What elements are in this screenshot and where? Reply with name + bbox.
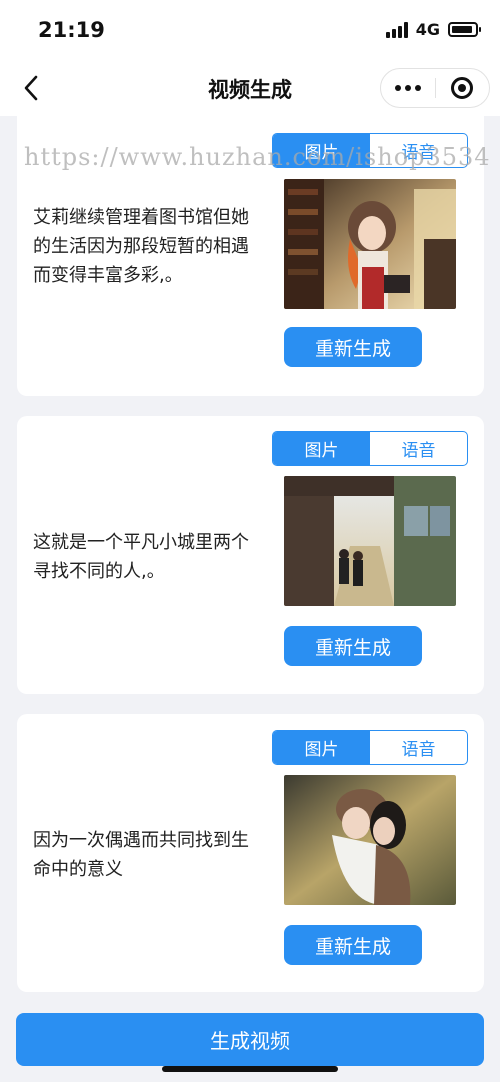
tab-voice[interactable]: 语音 [370,432,467,465]
media-tab-switch: 图片 语音 [272,431,468,466]
tab-image[interactable]: 图片 [273,432,370,465]
scene-card: 图片 语音 这就是一个平凡小城里两个寻找不同的人,。 重新生成 [17,416,484,694]
status-indicators: 4G [385,20,481,39]
target-icon [451,77,474,99]
regenerate-button[interactable]: 重新生成 [284,925,422,965]
library-girl-image [284,179,456,309]
scene-image[interactable] [284,476,456,606]
scene-text: 艾莉继续管理着图书馆但她的生活因为那段短暂的相遇而变得丰富多彩,。 [33,207,249,286]
network-type: 4G [415,20,440,39]
media-tab-switch: 图片 语音 [272,730,468,765]
watermark: https://www.huzhan.com/ishop3534 [24,143,491,171]
generate-video-button[interactable]: 生成视频 [16,1013,484,1066]
signal-icon [385,21,408,38]
mini-program-capsule [380,68,490,108]
tab-voice[interactable]: 语音 [370,731,467,764]
tab-image[interactable]: 图片 [273,731,370,764]
nav-bar: 视频生成 [0,60,500,116]
status-time: 21:19 [38,18,105,42]
status-bar: 21:19 4G [0,0,500,60]
close-mini-program-button[interactable] [436,69,490,107]
embracing-couple-image [284,775,456,905]
regenerate-button[interactable]: 重新生成 [284,626,422,666]
regenerate-button[interactable]: 重新生成 [284,327,422,367]
home-indicator [162,1066,338,1072]
scene-list[interactable]: 图片 语音 艾莉继续管理着图书馆但她的生活因为那段短暂的相遇而变得丰富多彩,。 [0,116,500,996]
more-button[interactable] [381,69,435,107]
scene-text: 因为一次偶遇而共同找到生命中的意义 [33,830,249,880]
scene-image[interactable] [284,775,456,905]
scene-image[interactable] [284,179,456,309]
scene-card: 图片 语音 因为一次偶遇而共同找到生命中的意义 重新生成 [17,714,484,992]
more-dots-icon [394,85,421,91]
battery-icon [448,22,481,37]
scene-text: 这就是一个平凡小城里两个寻找不同的人,。 [33,532,249,582]
street-couple-image [284,476,456,606]
